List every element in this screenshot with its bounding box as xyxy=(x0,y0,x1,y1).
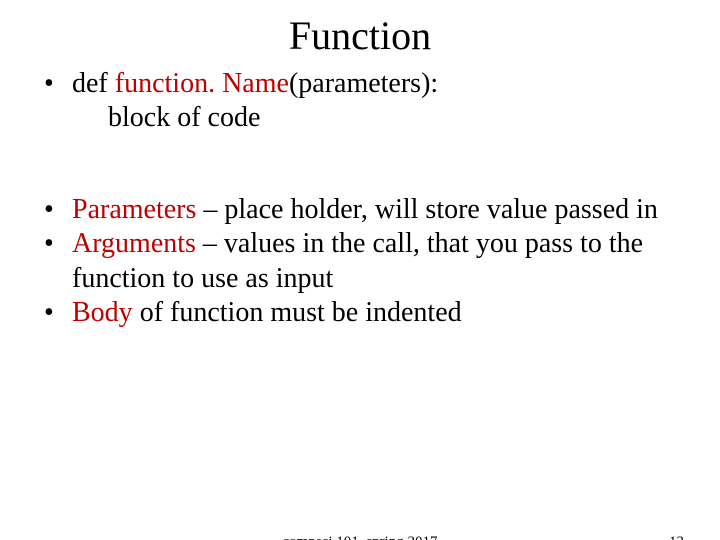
spacer xyxy=(36,135,684,193)
parameters-keyword: Parameters xyxy=(72,194,196,225)
slide-content: def function. Name(parameters): block of… xyxy=(0,67,720,330)
page-number: 13 xyxy=(669,534,684,540)
bullet-list-2: Parameters – place holder, will store va… xyxy=(36,193,684,330)
slide: Function def function. Name(parameters):… xyxy=(0,12,720,540)
body-text: of function must be indented xyxy=(133,297,462,328)
bullet-body: Body of function must be indented xyxy=(36,296,684,330)
def-post: (parameters): xyxy=(289,68,438,99)
bullet-list-1: def function. Name(parameters): block of… xyxy=(36,67,684,135)
def-pre: def xyxy=(72,68,115,99)
parameters-text: – place holder, will store value passed … xyxy=(196,194,658,225)
footer-center: compsci 101, spring 2017 xyxy=(283,534,438,540)
def-keyword: function. Name xyxy=(115,68,289,99)
bullet-arguments: Arguments – values in the call, that you… xyxy=(36,227,684,295)
bullet-parameters: Parameters – place holder, will store va… xyxy=(36,193,684,227)
body-keyword: Body xyxy=(72,297,133,328)
slide-title: Function xyxy=(0,12,720,59)
arguments-keyword: Arguments xyxy=(72,228,196,259)
def-body: block of code xyxy=(72,101,684,135)
bullet-def: def function. Name(parameters): block of… xyxy=(36,67,684,135)
